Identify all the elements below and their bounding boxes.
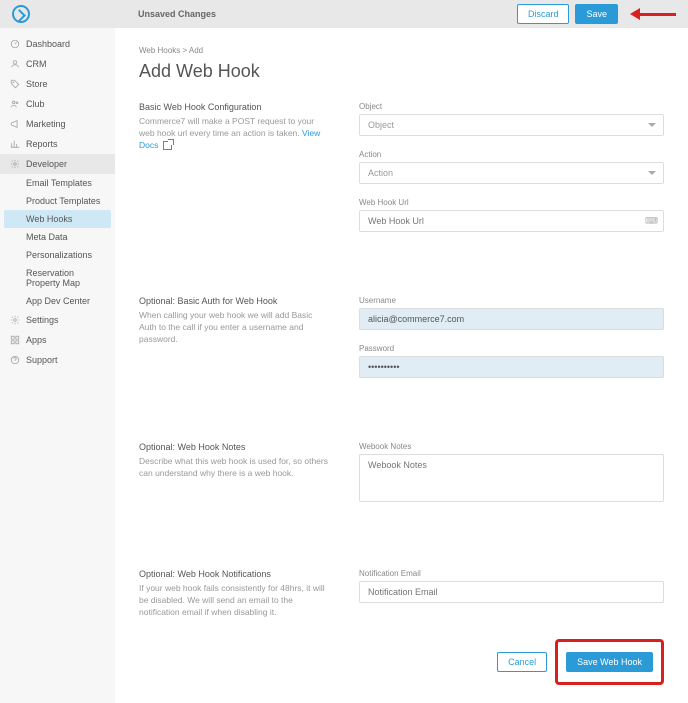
username-input[interactable] xyxy=(359,308,664,330)
action-label: Action xyxy=(359,150,664,159)
username-label: Username xyxy=(359,296,664,305)
sidebar-sub-personalizations[interactable]: Personalizations xyxy=(0,246,115,264)
sidebar-item-label: Dashboard xyxy=(26,39,70,49)
section-title: Basic Web Hook Configuration xyxy=(139,102,329,112)
sidebar-sub-product-templates[interactable]: Product Templates xyxy=(0,192,115,210)
cancel-button[interactable]: Cancel xyxy=(497,652,547,672)
sidebar-item-club[interactable]: Club xyxy=(0,94,115,114)
notes-label: Webook Notes xyxy=(359,442,664,451)
save-web-hook-button[interactable]: Save Web Hook xyxy=(566,652,653,672)
footer-actions: Cancel Save Web Hook xyxy=(139,639,664,685)
tag-icon xyxy=(10,79,20,89)
notification-email-label: Notification Email xyxy=(359,569,664,578)
sidebar-item-marketing[interactable]: Marketing xyxy=(0,114,115,134)
sidebar-sub-web-hooks[interactable]: Web Hooks xyxy=(4,210,111,228)
sidebar-item-dashboard[interactable]: Dashboard xyxy=(0,34,115,54)
save-button[interactable]: Save xyxy=(575,4,618,24)
sidebar-item-label: Club xyxy=(26,99,45,109)
sidebar-sub-reservation-map[interactable]: Reservation Property Map xyxy=(0,264,115,292)
annotation-arrow xyxy=(630,8,676,20)
section-title: Optional: Web Hook Notes xyxy=(139,442,329,452)
users-icon xyxy=(10,99,20,109)
sidebar-item-developer[interactable]: Developer xyxy=(0,154,115,174)
gauge-icon xyxy=(10,39,20,49)
grid-icon xyxy=(10,335,20,345)
password-input[interactable] xyxy=(359,356,664,378)
section-desc: Describe what this web hook is used for,… xyxy=(139,456,329,480)
sidebar-item-label: Store xyxy=(26,79,48,89)
password-label: Password xyxy=(359,344,664,353)
help-icon xyxy=(10,355,20,365)
section-basic: Basic Web Hook Configuration Commerce7 w… xyxy=(139,102,664,246)
logo-icon xyxy=(12,5,30,23)
action-select[interactable]: Action xyxy=(359,162,664,184)
sidebar-item-label: Apps xyxy=(26,335,47,345)
url-label: Web Hook Url xyxy=(359,198,664,207)
breadcrumb-current: Add xyxy=(189,46,203,55)
sidebar-item-settings[interactable]: Settings xyxy=(0,310,115,330)
sidebar-item-reports[interactable]: Reports xyxy=(0,134,115,154)
page-title: Add Web Hook xyxy=(139,61,664,82)
section-desc: Commerce7 will make a POST request to yo… xyxy=(139,116,329,152)
url-input[interactable] xyxy=(359,210,664,232)
section-notes: Optional: Web Hook Notes Describe what t… xyxy=(139,442,664,519)
sidebar: Dashboard CRM Store Club Marketing Repor… xyxy=(0,28,115,703)
main-content: Web Hooks > Add Add Web Hook Basic Web H… xyxy=(115,28,688,703)
gear-icon xyxy=(10,315,20,325)
annotation-highlight: Save Web Hook xyxy=(555,639,664,685)
sidebar-sub-email-templates[interactable]: Email Templates xyxy=(0,174,115,192)
section-auth: Optional: Basic Auth for Web Hook When c… xyxy=(139,296,664,392)
section-notifications: Optional: Web Hook Notifications If your… xyxy=(139,569,664,619)
megaphone-icon xyxy=(10,119,20,129)
section-title: Optional: Basic Auth for Web Hook xyxy=(139,296,329,306)
chart-icon xyxy=(10,139,20,149)
sidebar-item-crm[interactable]: CRM xyxy=(0,54,115,74)
gear-icon xyxy=(10,159,20,169)
unsaved-changes-label: Unsaved Changes xyxy=(138,9,216,19)
sidebar-item-label: Developer xyxy=(26,159,67,169)
sidebar-sub-app-dev-center[interactable]: App Dev Center xyxy=(0,292,115,310)
section-desc: When calling your web hook we will add B… xyxy=(139,310,329,346)
sidebar-item-label: Support xyxy=(26,355,58,365)
section-title: Optional: Web Hook Notifications xyxy=(139,569,329,579)
topbar: Unsaved Changes Discard Save xyxy=(0,0,688,28)
user-icon xyxy=(10,59,20,69)
sidebar-sub-meta-data[interactable]: Meta Data xyxy=(0,228,115,246)
sidebar-item-label: CRM xyxy=(26,59,47,69)
object-label: Object xyxy=(359,102,664,111)
notes-textarea[interactable] xyxy=(359,454,664,502)
breadcrumb: Web Hooks > Add xyxy=(139,46,664,55)
external-link-icon xyxy=(163,141,172,150)
sidebar-item-label: Marketing xyxy=(26,119,66,129)
sidebar-item-store[interactable]: Store xyxy=(0,74,115,94)
sidebar-item-label: Reports xyxy=(26,139,58,149)
sidebar-item-support[interactable]: Support xyxy=(0,350,115,370)
discard-button[interactable]: Discard xyxy=(517,4,570,24)
notification-email-input[interactable] xyxy=(359,581,664,603)
sidebar-item-label: Settings xyxy=(26,315,59,325)
text-input-icon: ⌨ xyxy=(645,216,658,227)
object-select[interactable]: Object xyxy=(359,114,664,136)
section-desc: If your web hook fails consistently for … xyxy=(139,583,329,619)
breadcrumb-parent[interactable]: Web Hooks xyxy=(139,46,180,55)
sidebar-item-apps[interactable]: Apps xyxy=(0,330,115,350)
